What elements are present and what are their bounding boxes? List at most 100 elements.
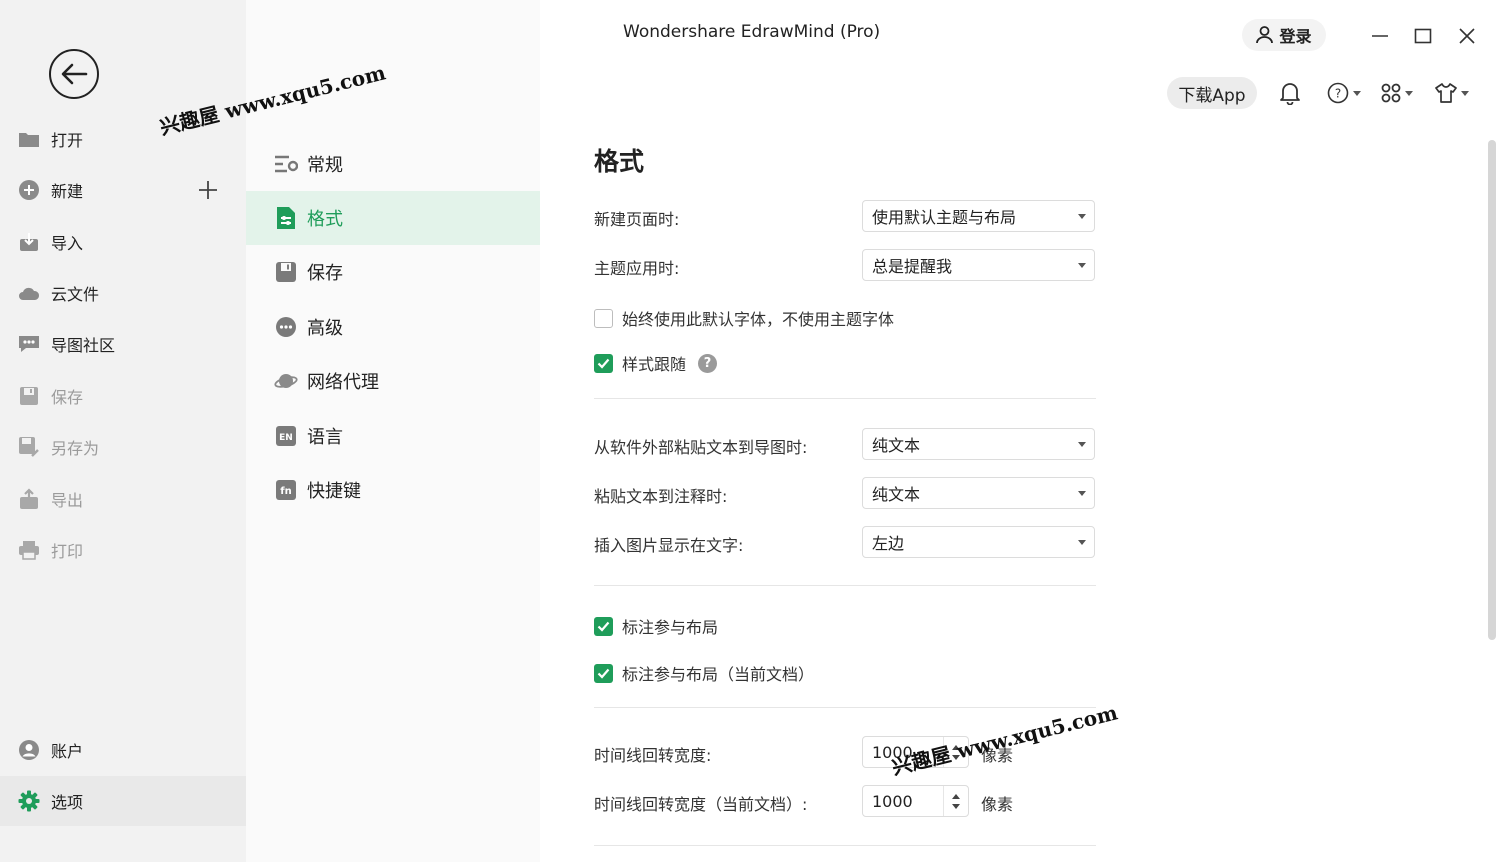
chevron-down-icon xyxy=(1078,214,1086,219)
theme-apply-label: 主题应用时: xyxy=(594,259,680,278)
settings-tab-general[interactable]: 常规 xyxy=(246,137,540,191)
sidebar-item-community[interactable]: 导图社区 xyxy=(0,319,246,369)
decrement-icon[interactable] xyxy=(952,803,960,809)
paste-note-label: 粘贴文本到注释时: xyxy=(594,487,728,506)
section-title: 格式 xyxy=(594,147,645,176)
sidebar-item-save[interactable]: 保存 xyxy=(0,371,246,421)
paste-note-select[interactable]: 纯文本 xyxy=(862,477,1095,509)
apps-menu-button[interactable] xyxy=(1381,80,1413,106)
new-page-select[interactable]: 使用默认主题与布局 xyxy=(862,200,1095,232)
insert-image-label: 插入图片显示在文字: xyxy=(594,536,744,555)
callout-layout-doc-checkbox[interactable] xyxy=(594,663,613,683)
divider xyxy=(594,707,1096,708)
sidebar-item-cloud[interactable]: 云文件 xyxy=(0,268,246,318)
download-app-button[interactable]: 下载App xyxy=(1167,77,1257,109)
cloud-icon xyxy=(18,282,40,304)
style-follow-option[interactable]: 样式跟随 ? xyxy=(594,351,718,375)
sidebar-item-export[interactable]: 导出 xyxy=(0,474,246,524)
user-icon xyxy=(1256,26,1274,44)
format-icon xyxy=(274,206,298,230)
sliders-icon xyxy=(274,152,298,176)
always-default-font-checkbox[interactable] xyxy=(594,308,613,328)
chevron-down-icon xyxy=(1353,90,1361,96)
sidebar-item-save-as[interactable]: 另存为 xyxy=(0,422,246,472)
timeline-width-doc-stepper[interactable]: 1000 xyxy=(862,785,969,817)
callout-layout-doc-option[interactable]: 标注参与布局（当前文档） xyxy=(594,661,814,685)
svg-text:?: ? xyxy=(1335,87,1341,101)
insert-image-select[interactable]: 左边 xyxy=(862,526,1095,558)
svg-text:fn: fn xyxy=(280,486,291,497)
style-follow-checkbox[interactable] xyxy=(594,353,613,373)
callout-layout-checkbox[interactable] xyxy=(594,616,613,636)
more-icon xyxy=(274,315,298,339)
settings-tab-language[interactable]: EN 语言 xyxy=(246,409,540,463)
settings-tab-proxy[interactable]: 网络代理 xyxy=(246,354,540,408)
always-default-font-option[interactable]: 始终使用此默认字体，不使用主题字体 xyxy=(594,306,894,330)
arrow-left-icon xyxy=(61,63,88,85)
sidebar-item-account[interactable]: 账户 xyxy=(0,725,246,775)
maximize-button[interactable] xyxy=(1409,22,1437,50)
save-icon xyxy=(18,385,40,407)
planet-icon xyxy=(274,369,298,393)
minimize-icon xyxy=(1372,35,1388,37)
timeline-width-doc-unit: 像素 xyxy=(981,795,1014,814)
save-as-icon xyxy=(18,436,40,458)
divider xyxy=(594,845,1096,846)
app-title: Wondershare EdrawMind (Pro) xyxy=(623,22,881,42)
print-icon xyxy=(18,539,40,561)
paste-external-select[interactable]: 纯文本 xyxy=(862,428,1095,460)
chevron-down-icon xyxy=(1461,90,1469,96)
skin-menu-button[interactable] xyxy=(1435,80,1469,106)
divider xyxy=(594,585,1096,586)
theme-apply-select[interactable]: 总是提醒我 xyxy=(862,249,1095,281)
bell-icon xyxy=(1280,83,1300,105)
increment-icon[interactable] xyxy=(952,793,960,799)
sidebar-item-options[interactable]: 选项 xyxy=(0,776,246,826)
gear-icon xyxy=(18,790,40,812)
help-circle-icon: ? xyxy=(1327,82,1349,104)
chevron-down-icon xyxy=(1078,540,1086,545)
settings-nav: 常规 格式 保存 高级 网络代理 EN 语言 fn 快捷键 xyxy=(246,0,540,862)
chevron-down-icon xyxy=(1078,263,1086,268)
callout-layout-option[interactable]: 标注参与布局 xyxy=(594,614,718,638)
checkmark-icon xyxy=(597,668,610,679)
checkmark-icon xyxy=(597,358,610,369)
fn-key-icon: fn xyxy=(274,478,298,502)
add-new-icon[interactable] xyxy=(196,178,220,202)
timeline-width-doc-label: 时间线回转宽度（当前文档）: xyxy=(594,795,808,814)
paste-external-label: 从软件外部粘贴文本到导图时: xyxy=(594,438,808,457)
maximize-icon xyxy=(1414,28,1432,44)
tshirt-icon xyxy=(1435,83,1457,103)
import-icon xyxy=(18,231,40,253)
svg-text:EN: EN xyxy=(279,433,293,443)
plus-circle-icon xyxy=(18,179,40,201)
scrollbar[interactable] xyxy=(1488,140,1496,640)
export-icon xyxy=(18,488,40,510)
checkmark-icon xyxy=(597,621,610,632)
close-icon xyxy=(1459,28,1475,44)
apps-grid-icon xyxy=(1381,83,1401,103)
sidebar-item-import[interactable]: 导入 xyxy=(0,217,246,267)
new-page-label: 新建页面时: xyxy=(594,210,680,229)
en-language-icon: EN xyxy=(274,424,298,448)
login-button[interactable]: 登录 xyxy=(1242,19,1326,51)
account-icon xyxy=(18,739,40,761)
save-icon xyxy=(274,260,298,284)
settings-tab-shortcuts[interactable]: fn 快捷键 xyxy=(246,463,540,517)
settings-tab-save[interactable]: 保存 xyxy=(246,245,540,299)
chevron-down-icon xyxy=(1405,90,1413,96)
back-button[interactable] xyxy=(49,49,99,99)
notifications-button[interactable] xyxy=(1279,80,1301,106)
settings-tab-format[interactable]: 格式 xyxy=(246,191,540,245)
chevron-down-icon xyxy=(1078,491,1086,496)
file-sidebar: 打开 新建 导入 云文件 导图社区 保存 另存为 导出 打印 账户 选项 xyxy=(0,0,246,862)
help-icon[interactable]: ? xyxy=(698,353,718,373)
minimize-button[interactable] xyxy=(1366,22,1394,50)
help-menu-button[interactable]: ? xyxy=(1327,80,1361,106)
community-icon xyxy=(18,333,40,355)
close-button[interactable] xyxy=(1453,22,1481,50)
sidebar-item-print[interactable]: 打印 xyxy=(0,525,246,575)
chevron-down-icon xyxy=(1078,442,1086,447)
timeline-width-label: 时间线回转宽度: xyxy=(594,746,712,765)
settings-tab-advanced[interactable]: 高级 xyxy=(246,300,540,354)
